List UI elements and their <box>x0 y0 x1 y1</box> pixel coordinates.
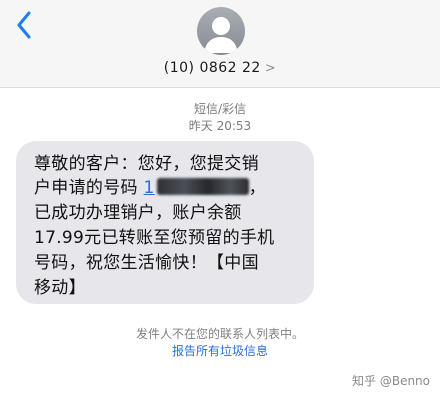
back-button[interactable] <box>10 9 38 41</box>
chevron-right-icon: > <box>264 61 277 76</box>
service-label: 短信/彩信 <box>193 102 247 116</box>
phone-number-prefix: 1 <box>143 178 155 198</box>
message-line-5: 号码，祝您生活愉快！【中国 <box>34 253 259 273</box>
message-line-1: 尊敬的客户：您好，您提交销 <box>34 154 259 174</box>
watermark: 知乎 @Benno <box>352 374 430 388</box>
message-timestamp: 昨天 20:53 <box>188 119 252 133</box>
phone-number-link[interactable]: 1 <box>144 178 249 198</box>
report-junk-link[interactable]: 报告所有垃圾信息 <box>0 342 440 359</box>
chevron-left-icon <box>17 11 31 39</box>
contact-name-button[interactable]: (10) 0862 22 > <box>0 60 440 76</box>
message-line-2-tail: ， <box>248 178 266 198</box>
redacted-phone-number <box>156 178 249 195</box>
message-line-3: 已成功办理销户，账户余额 <box>34 203 242 223</box>
contact-name: (10) 0862 22 <box>163 60 261 76</box>
message-line-6: 移动】 <box>34 278 86 298</box>
contact-avatar[interactable] <box>197 7 245 55</box>
conversation-header: (10) 0862 22 > <box>0 0 440 88</box>
unknown-sender-notice: 发件人不在您的联系人列表中。 <box>135 327 304 341</box>
message-line-2: 户申请的号码 1 ， <box>34 177 266 199</box>
person-icon <box>204 17 238 53</box>
message-line-2-text: 户申请的号码 <box>34 178 138 198</box>
message-line-4: 17.99元已转账至您预留的手机 <box>34 228 275 248</box>
